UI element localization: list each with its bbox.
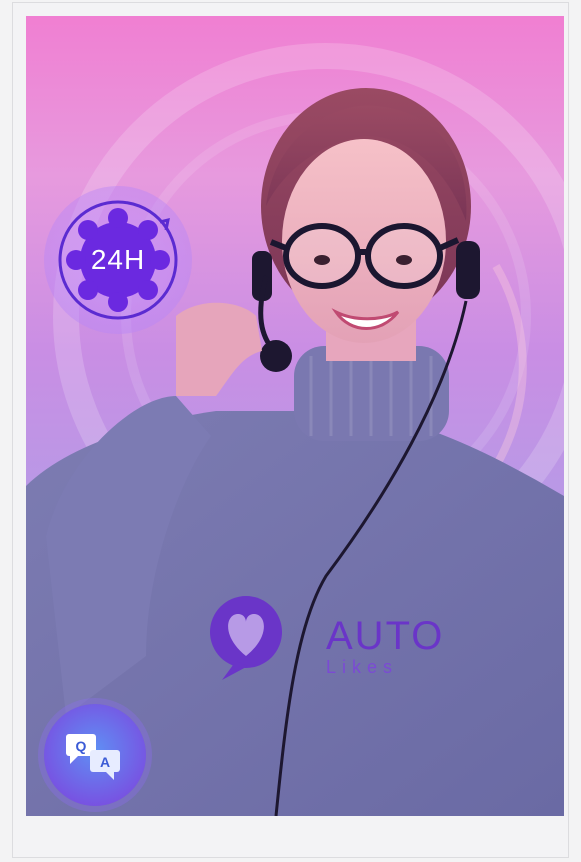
badge-24h-label: 24H bbox=[90, 244, 146, 275]
support-agent-photo: AUTO Likes bbox=[26, 16, 564, 816]
qa-chat-icon: Q A bbox=[66, 734, 120, 780]
support-24h-badge: 24H bbox=[44, 186, 192, 334]
brand-subtitle: Likes bbox=[326, 657, 399, 677]
svg-text:A: A bbox=[100, 754, 110, 770]
brand-name: AUTO bbox=[326, 614, 445, 658]
svg-text:Q: Q bbox=[76, 738, 87, 754]
photo-illustration bbox=[26, 43, 564, 816]
qa-badge: Q A bbox=[44, 704, 146, 806]
